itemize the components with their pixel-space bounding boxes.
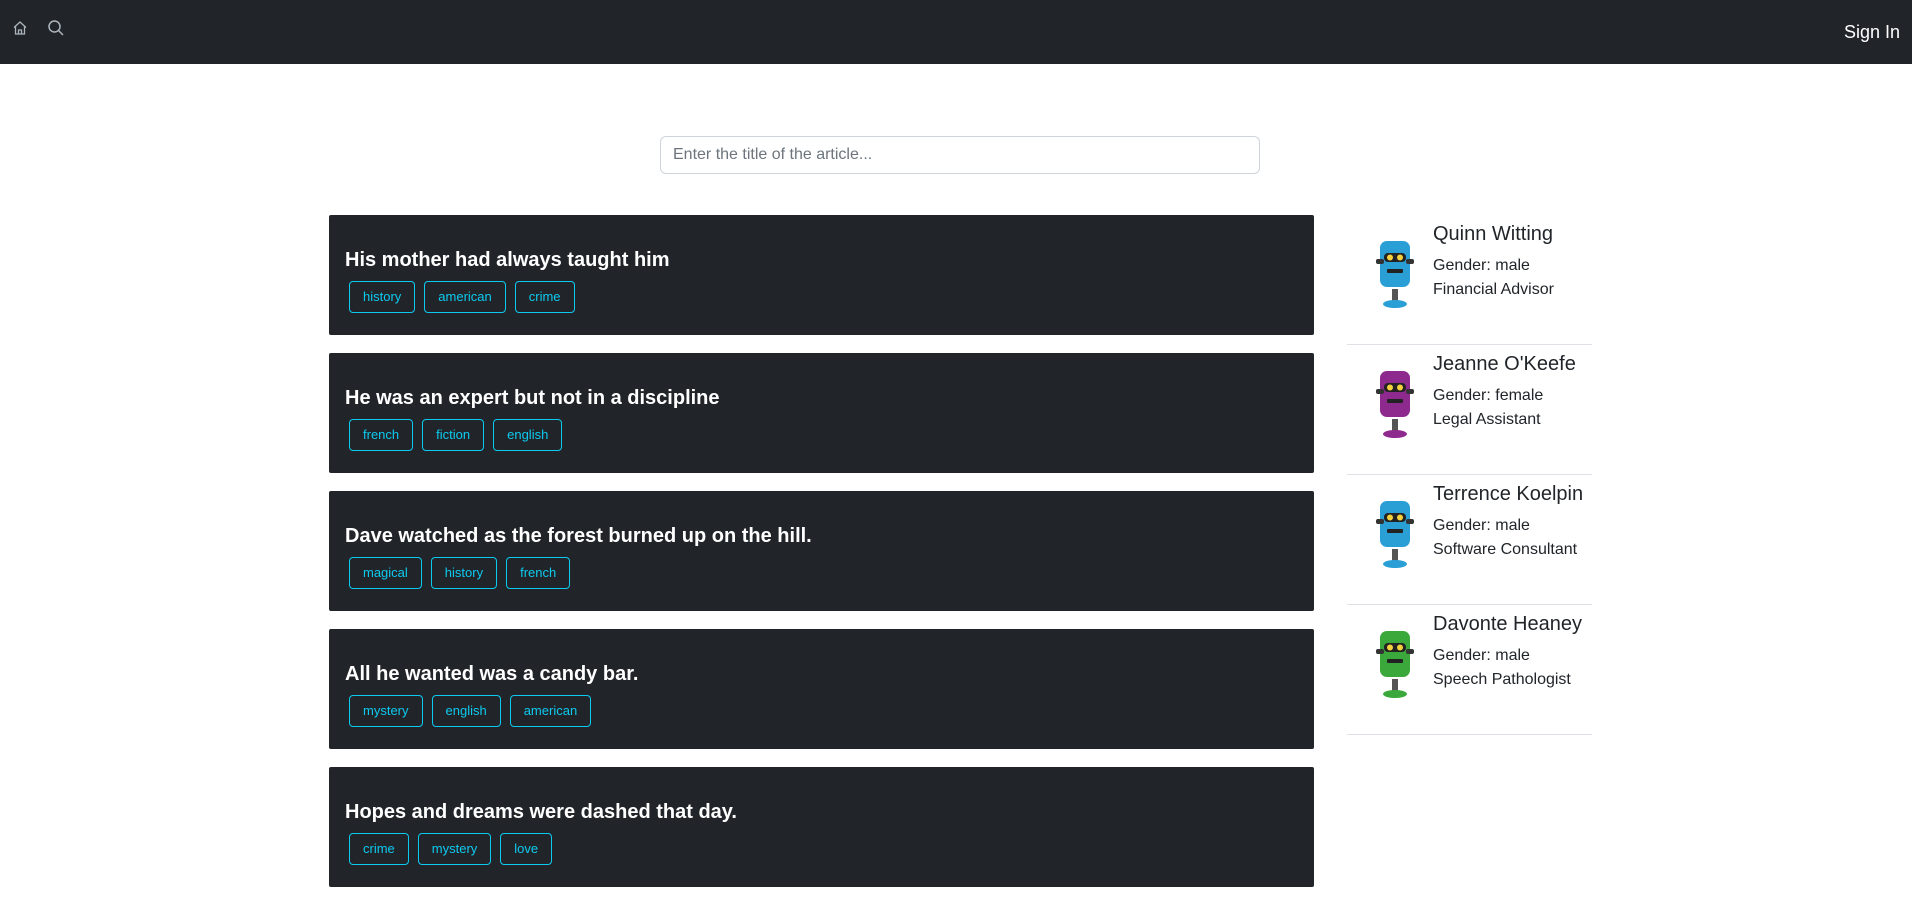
- article-card[interactable]: Hopes and dreams were dashed that day. cr…: [329, 767, 1314, 887]
- tag-button[interactable]: history: [430, 557, 498, 589]
- user-name: Terrence Koelpin: [1433, 483, 1584, 505]
- user-list: Quinn Witting Gender: male Financial Advis…: [1347, 215, 1592, 735]
- article-search-input[interactable]: [660, 136, 1260, 174]
- article-title[interactable]: Hopes and dreams were dashed that day.: [345, 799, 1298, 825]
- tag-list: history american crime: [345, 281, 1298, 313]
- user-gender: Gender: male: [1433, 647, 1530, 664]
- user-card[interactable]: Davonte Heaney Gender: male Speech Patholo…: [1347, 605, 1592, 735]
- user-gender: Gender: male: [1433, 257, 1530, 274]
- user-job: Legal Assistant: [1433, 411, 1541, 428]
- robot-avatar-icon: [1372, 365, 1418, 439]
- user-job: Speech Pathologist: [1433, 671, 1571, 688]
- user-job: Software Consultant: [1433, 541, 1578, 558]
- robot-avatar-icon: [1372, 625, 1418, 699]
- article-card[interactable]: His mother had always taught him history a…: [329, 215, 1314, 335]
- tag-list: mystery english american: [345, 695, 1298, 727]
- tag-button[interactable]: magical: [349, 557, 422, 589]
- article-title[interactable]: Dave watched as the forest burned up on …: [345, 523, 1298, 549]
- navbar: Sign In: [0, 0, 1912, 64]
- robot-avatar-icon: [1372, 495, 1418, 569]
- user-job: Financial Advisor: [1433, 281, 1554, 298]
- robot-avatar-icon: [1372, 235, 1418, 309]
- tag-button[interactable]: american: [509, 695, 592, 727]
- tag-list: french fiction english: [345, 419, 1298, 451]
- user-card[interactable]: Terrence Koelpin Gender: male Software Con…: [1347, 475, 1592, 605]
- tag-button[interactable]: french: [506, 557, 571, 589]
- tag-button[interactable]: mystery: [349, 695, 423, 727]
- article-card[interactable]: He was an expert but not in a discipline…: [329, 353, 1314, 473]
- home-icon[interactable]: [8, 16, 32, 40]
- article-card[interactable]: All he wanted was a candy bar. mystery eng…: [329, 629, 1314, 749]
- tag-button[interactable]: love: [500, 833, 553, 865]
- tag-button[interactable]: american: [424, 281, 506, 313]
- tag-button[interactable]: french: [349, 419, 414, 451]
- user-card[interactable]: Jeanne O'Keefe Gender: female Legal Assist…: [1347, 345, 1592, 475]
- article-title[interactable]: All he wanted was a candy bar.: [345, 661, 1298, 687]
- tag-list: magical history french: [345, 557, 1298, 589]
- tag-button[interactable]: fiction: [422, 419, 485, 451]
- tag-button[interactable]: crime: [349, 833, 409, 865]
- article-card[interactable]: Dave watched as the forest burned up on …: [329, 491, 1314, 611]
- sign-in-link[interactable]: Sign In: [1844, 20, 1900, 44]
- user-gender: Gender: female: [1433, 387, 1544, 404]
- user-name: Jeanne O'Keefe: [1433, 353, 1576, 375]
- tag-button[interactable]: english: [431, 695, 501, 727]
- tag-button[interactable]: mystery: [417, 833, 492, 865]
- tag-button[interactable]: english: [493, 419, 563, 451]
- user-gender: Gender: male: [1433, 517, 1530, 534]
- article-title[interactable]: He was an expert but not in a discipline: [345, 385, 1298, 411]
- article-list: His mother had always taught him history a…: [329, 215, 1314, 905]
- user-card[interactable]: Quinn Witting Gender: male Financial Advis…: [1347, 215, 1592, 345]
- article-title[interactable]: His mother had always taught him: [345, 247, 1298, 273]
- tag-button[interactable]: history: [349, 281, 416, 313]
- tag-list: crime mystery love: [345, 833, 1298, 865]
- user-name: Davonte Heaney: [1433, 613, 1582, 635]
- tag-button[interactable]: crime: [514, 281, 575, 313]
- search-icon[interactable]: [44, 16, 68, 40]
- user-name: Quinn Witting: [1433, 223, 1554, 245]
